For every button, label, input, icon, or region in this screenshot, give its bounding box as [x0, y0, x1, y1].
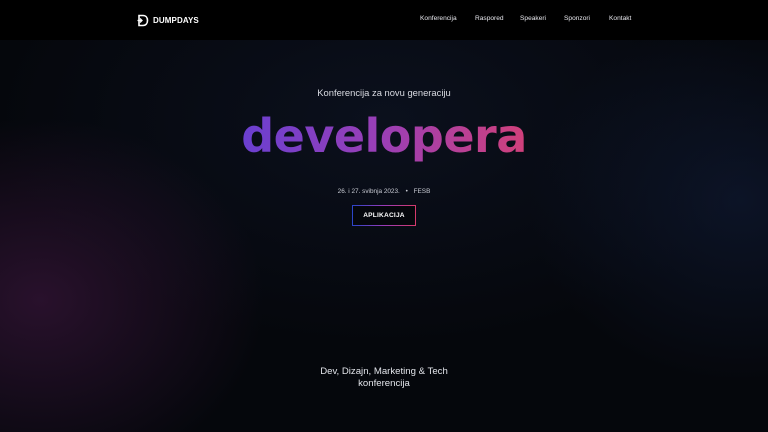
tagline-line-1: Dev, Dizajn, Marketing & Tech: [320, 366, 448, 377]
nav-link-sponzori[interactable]: Sponzori: [564, 15, 590, 22]
nav-link-speakeri[interactable]: Speakeri: [520, 15, 546, 22]
conference-tagline: Dev, Dizajn, Marketing & Tech konferenci…: [0, 366, 768, 390]
event-date: 26. i 27. svibnja 2023.: [337, 188, 400, 195]
meta-separator: •: [405, 188, 408, 195]
apply-button[interactable]: APLIKACIJA: [352, 205, 416, 226]
hero-headline-text: developera: [241, 109, 527, 163]
event-meta: 26. i 27. svibnja 2023. • FESB: [0, 188, 768, 195]
nav-link-kontakt[interactable]: Kontakt: [609, 15, 631, 22]
top-navigation-bar: DUMPDAYS Konferencija Raspored Speakeri …: [0, 0, 768, 40]
nav-link-raspored[interactable]: Raspored: [475, 15, 504, 22]
main-nav: Konferencija Raspored Speakeri Sponzori …: [0, 15, 768, 27]
hero-headline: developera: [0, 108, 768, 164]
hero-subtitle: Konferencija za novu generaciju: [317, 87, 451, 98]
event-venue: FESB: [413, 188, 431, 195]
nav-link-konferencija[interactable]: Konferencija: [420, 15, 457, 22]
tagline-line-2: konferencija: [358, 378, 410, 389]
page: DUMPDAYS Konferencija Raspored Speakeri …: [0, 0, 768, 432]
